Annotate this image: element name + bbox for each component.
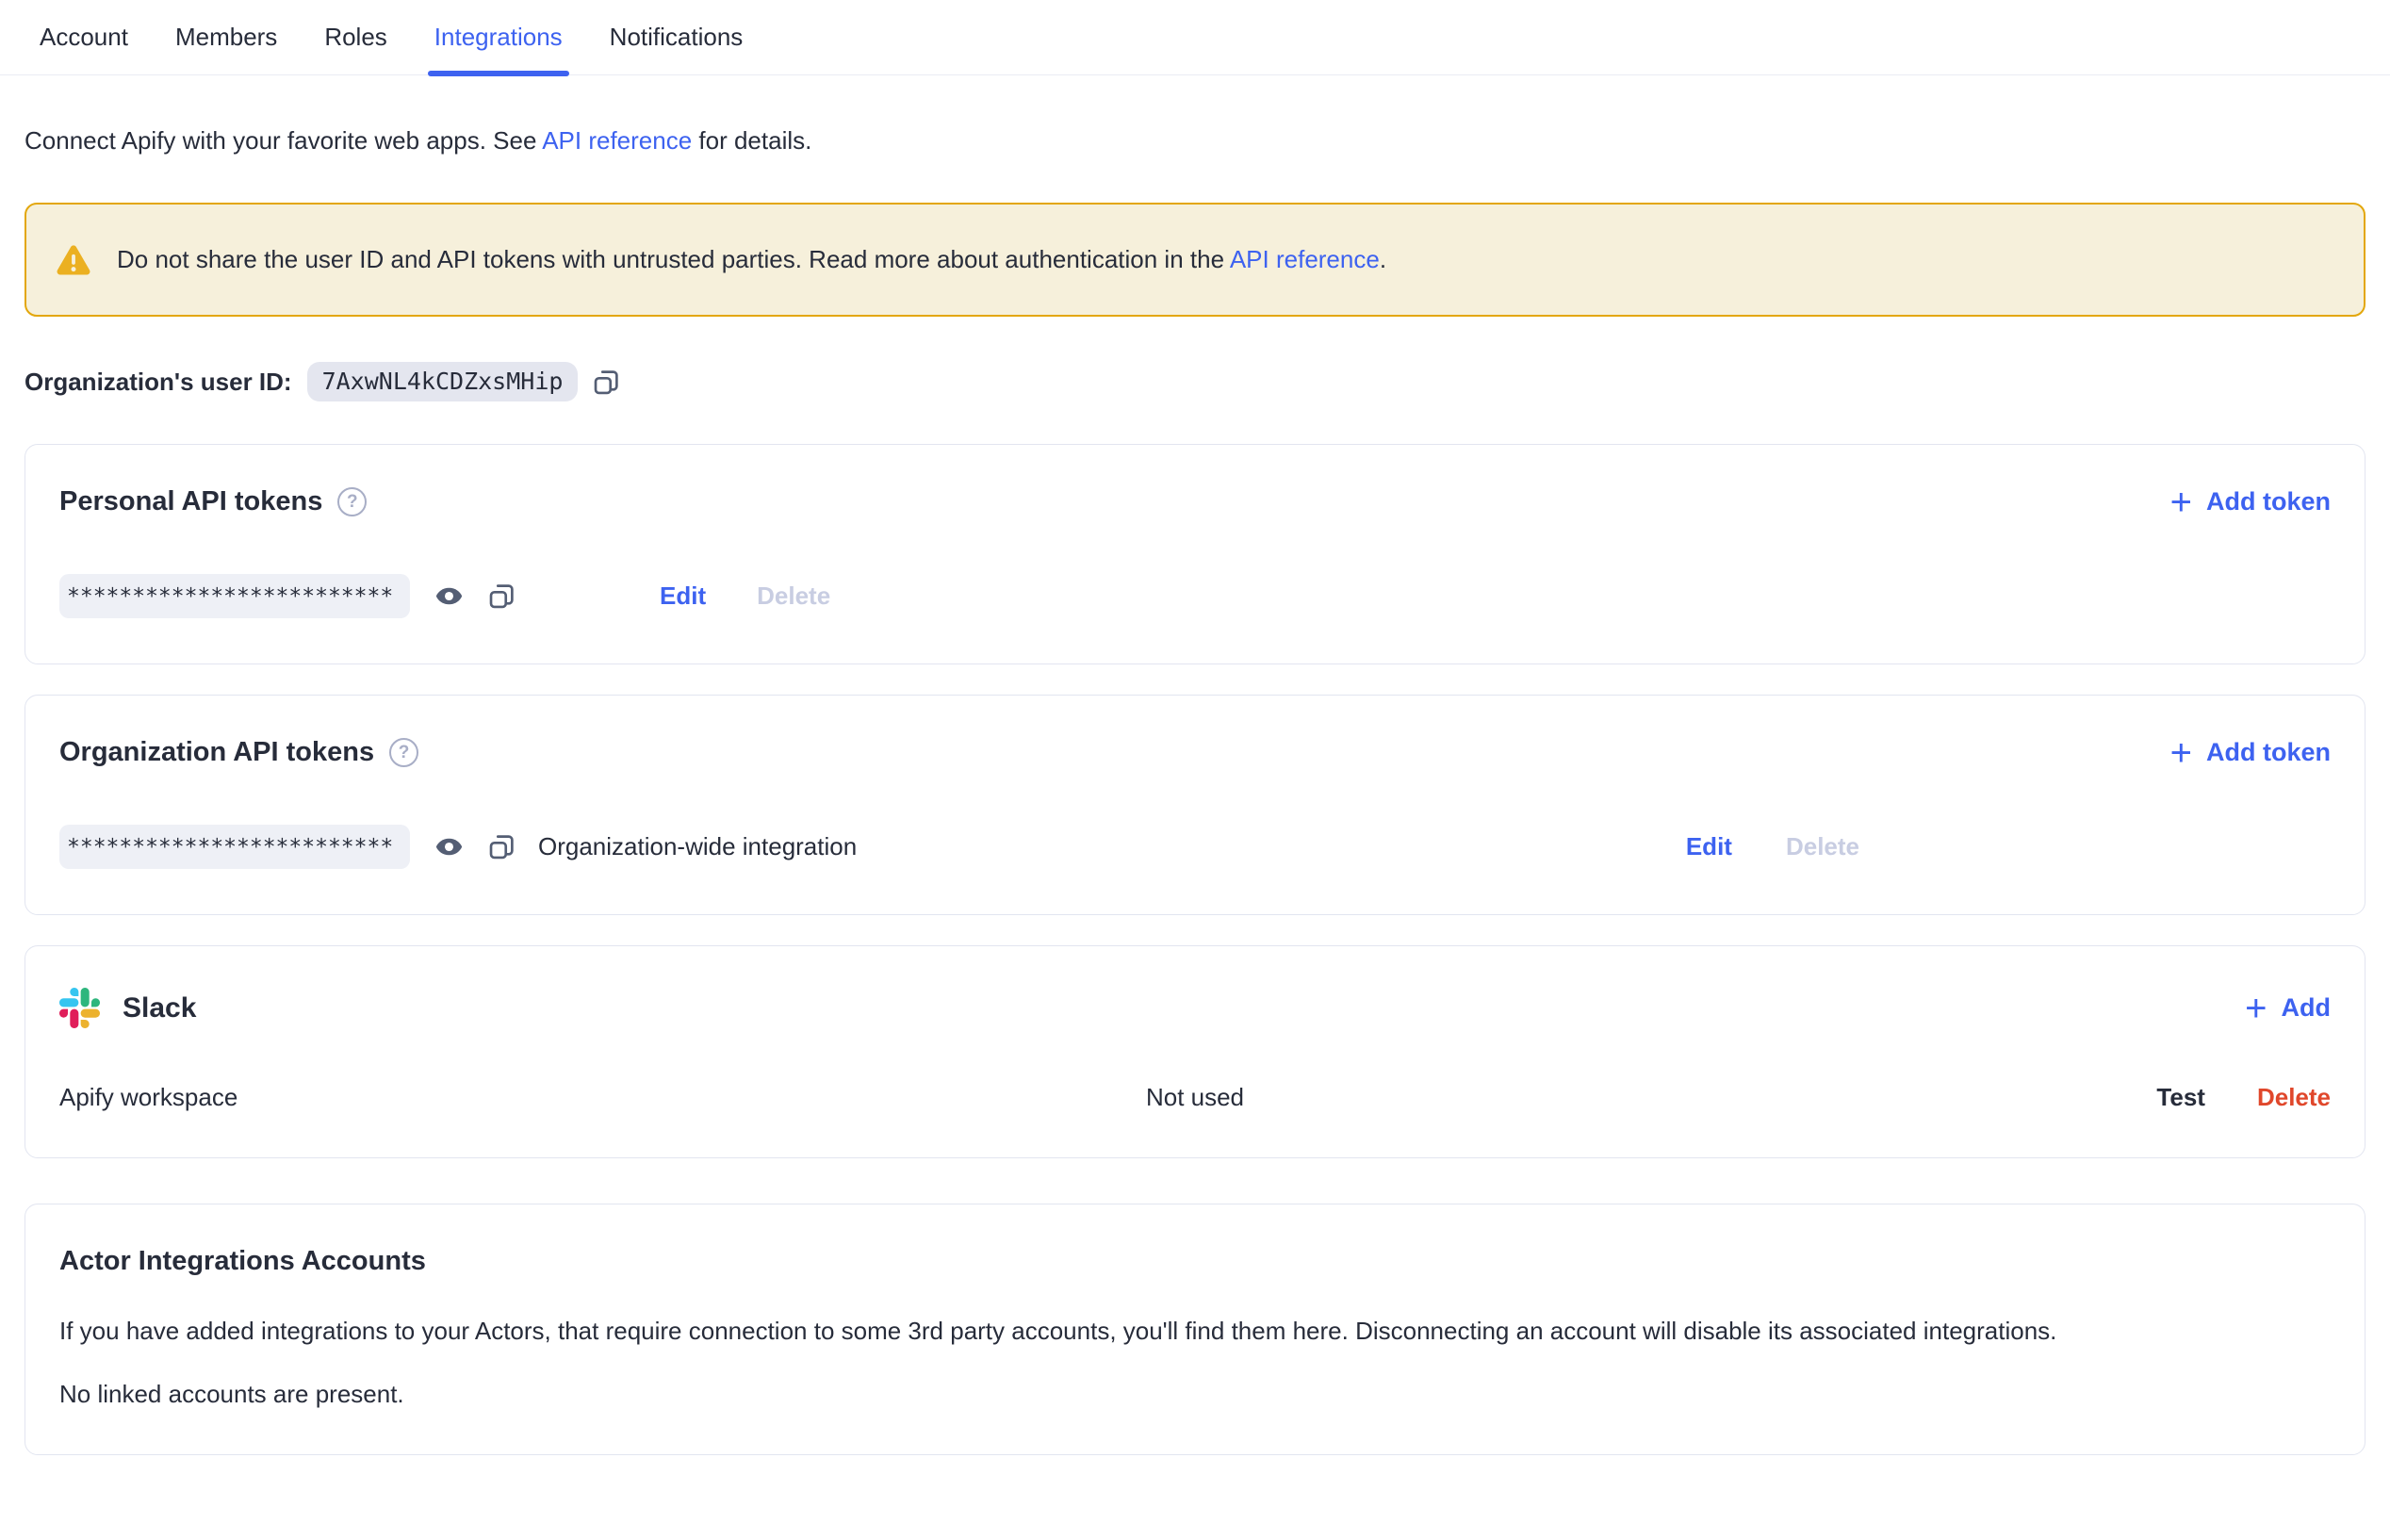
settings-tabbar: Account Members Roles Integrations Notif… xyxy=(0,0,2390,75)
help-icon[interactable]: ? xyxy=(389,738,418,767)
intro-text-pre: Connect Apify with your favorite web app… xyxy=(25,126,542,155)
warning-icon xyxy=(55,241,92,279)
slack-logo-icon xyxy=(59,988,100,1028)
slack-title-wrap: Slack xyxy=(59,988,196,1028)
slack-header: Slack + Add xyxy=(59,988,2331,1028)
tab-account[interactable]: Account xyxy=(40,19,128,74)
tab-members[interactable]: Members xyxy=(175,19,277,74)
slack-title-text: Slack xyxy=(123,992,196,1024)
warning-text-post: . xyxy=(1380,245,1386,273)
plus-icon: + xyxy=(2170,489,2192,516)
org-token-description: Organization-wide integration xyxy=(538,832,857,861)
copy-personal-token-button[interactable] xyxy=(488,582,516,610)
organization-user-id-row: Organization's user ID: 7AxwNL4kCDZxsMHi… xyxy=(25,362,2365,401)
add-token-label: Add token xyxy=(2206,738,2331,767)
add-org-token-button[interactable]: + Add token xyxy=(2170,738,2331,767)
personal-tokens-header: Personal API tokens ? + Add token xyxy=(59,486,2331,517)
edit-personal-token-button[interactable]: Edit xyxy=(660,582,706,611)
warning-text-pre: Do not share the user ID and API tokens … xyxy=(117,245,1230,273)
show-personal-token-button[interactable] xyxy=(434,582,464,611)
warning-api-reference-link[interactable]: API reference xyxy=(1230,245,1380,273)
intro-text-post: for details. xyxy=(692,126,811,155)
copy-icon xyxy=(593,369,620,396)
slack-actions: Test Delete xyxy=(1244,1083,2331,1112)
personal-token-masked-value: ************************* xyxy=(59,574,410,618)
actor-accounts-description: If you have added integrations to your A… xyxy=(59,1315,2331,1348)
personal-token-row: ************************* Edit xyxy=(59,574,2331,618)
org-token-row: ************************* Organiza xyxy=(59,825,2331,869)
actor-accounts-title: Actor Integrations Accounts xyxy=(59,1246,2331,1277)
copy-icon xyxy=(488,582,516,610)
copy-icon xyxy=(488,833,516,860)
eye-icon xyxy=(434,832,464,861)
plus-icon: + xyxy=(2245,995,2267,1022)
test-slack-button[interactable]: Test xyxy=(2156,1083,2205,1112)
copy-user-id-button[interactable] xyxy=(593,369,620,396)
intro-text: Connect Apify with your favorite web app… xyxy=(25,126,2365,156)
org-tokens-header: Organization API tokens ? + Add token xyxy=(59,737,2331,768)
slack-workspace-name: Apify workspace xyxy=(59,1083,1146,1112)
add-label: Add xyxy=(2282,993,2331,1023)
eye-icon xyxy=(434,582,464,611)
slack-status: Not used xyxy=(1146,1083,1244,1112)
actor-accounts-title-text: Actor Integrations Accounts xyxy=(59,1246,426,1277)
warning-banner: Do not share the user ID and API tokens … xyxy=(25,203,2365,317)
tab-notifications[interactable]: Notifications xyxy=(610,19,744,74)
org-token-actions: Edit Delete xyxy=(1686,832,1859,861)
actor-integrations-accounts-card: Actor Integrations Accounts If you have … xyxy=(25,1204,2365,1455)
edit-org-token-button[interactable]: Edit xyxy=(1686,832,1732,861)
api-reference-link[interactable]: API reference xyxy=(542,126,692,155)
personal-api-tokens-card: Personal API tokens ? + Add token ******… xyxy=(25,444,2365,664)
tab-roles[interactable]: Roles xyxy=(324,19,386,74)
actor-accounts-empty-state: No linked accounts are present. xyxy=(59,1380,2331,1409)
help-icon[interactable]: ? xyxy=(337,487,367,516)
add-token-label: Add token xyxy=(2206,487,2331,516)
delete-slack-button[interactable]: Delete xyxy=(2257,1083,2331,1112)
user-id-value: 7AxwNL4kCDZxsMHip xyxy=(307,362,579,401)
delete-org-token-button[interactable]: Delete xyxy=(1786,832,1859,861)
integrations-page: Connect Apify with your favorite web app… xyxy=(0,126,2390,1455)
slack-title: Slack xyxy=(123,992,196,1024)
personal-tokens-title-text: Personal API tokens xyxy=(59,486,322,517)
org-tokens-title: Organization API tokens ? xyxy=(59,737,418,768)
add-personal-token-button[interactable]: + Add token xyxy=(2170,487,2331,516)
personal-tokens-title: Personal API tokens ? xyxy=(59,486,367,517)
delete-personal-token-button[interactable]: Delete xyxy=(757,582,830,611)
org-token-masked-value: ************************* xyxy=(59,825,410,869)
show-org-token-button[interactable] xyxy=(434,832,464,861)
copy-org-token-button[interactable] xyxy=(488,833,516,860)
tab-integrations[interactable]: Integrations xyxy=(434,19,563,74)
org-tokens-title-text: Organization API tokens xyxy=(59,737,374,768)
slack-card: Slack + Add Apify workspace Not used Tes… xyxy=(25,945,2365,1158)
user-id-label: Organization's user ID: xyxy=(25,368,292,397)
add-slack-button[interactable]: + Add xyxy=(2245,993,2331,1023)
organization-api-tokens-card: Organization API tokens ? + Add token **… xyxy=(25,695,2365,915)
slack-workspace-row: Apify workspace Not used Test Delete xyxy=(59,1083,2331,1112)
plus-icon: + xyxy=(2170,740,2192,766)
warning-text: Do not share the user ID and API tokens … xyxy=(117,245,1386,274)
